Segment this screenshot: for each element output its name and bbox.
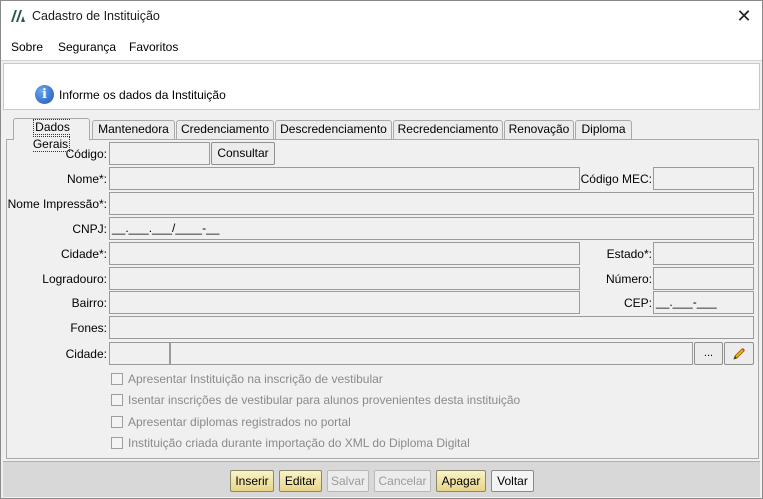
tab-mantenedora[interactable]: Mantenedora — [92, 120, 175, 139]
cidade-label: Cidade*: — [60, 247, 107, 261]
cnpj-input[interactable]: __.___.___/____-__ — [109, 217, 754, 240]
codigo-mec-label: Código MEC: — [580, 172, 652, 186]
bairro-label: Bairro: — [71, 296, 107, 310]
cnpj-label: CNPJ: — [72, 222, 107, 236]
fones-input[interactable] — [109, 316, 754, 339]
codigo-input[interactable] — [109, 142, 210, 165]
pencil-icon — [733, 348, 745, 360]
cancelar-button[interactable]: Cancelar — [374, 470, 431, 492]
cep-label: CEP: — [623, 296, 652, 310]
menu-item-favoritos[interactable]: Favoritos — [129, 40, 178, 54]
menu-bar: Sobre Segurança Favoritos — [1, 32, 762, 61]
menu-item-sobre[interactable]: Sobre — [11, 40, 43, 54]
tab-label: Dados Gerais — [32, 119, 71, 152]
close-button[interactable]: ✕ — [726, 1, 762, 32]
tab-descredenciamento[interactable]: Descredenciamento — [275, 120, 392, 139]
checkbox-box[interactable] — [111, 437, 123, 449]
inserir-button[interactable]: Inserir — [230, 470, 274, 492]
nome-label: Nome*: — [66, 172, 107, 186]
app-logo-icon — [11, 10, 25, 22]
tab-recredenciamento[interactable]: Recredenciamento — [393, 120, 503, 139]
cidade-name-input[interactable] — [170, 342, 693, 365]
cidade-lookup-label: Cidade: — [65, 347, 107, 361]
consultar-button[interactable]: Consultar — [211, 142, 275, 165]
cidade-input[interactable] — [109, 242, 580, 265]
tab-dados-gerais[interactable]: Dados Gerais — [13, 118, 90, 152]
voltar-button[interactable]: Voltar — [491, 470, 534, 492]
codigo-mec-input[interactable] — [653, 167, 754, 190]
checkbox-box[interactable] — [111, 373, 123, 385]
nome-input[interactable] — [109, 167, 580, 190]
close-icon: ✕ — [736, 6, 752, 26]
checkbox-label: Apresentar Instituição na inscrição de v… — [128, 372, 383, 386]
estado-input[interactable] — [653, 242, 754, 265]
apagar-button[interactable]: Apagar — [436, 470, 486, 492]
fones-label: Fones: — [70, 321, 107, 335]
info-panel: i Informe os dados da Instituição — [3, 63, 760, 110]
logradouro-input[interactable] — [109, 267, 580, 290]
info-icon: i — [35, 85, 54, 104]
checkbox-label: Isentar inscrições de vestibular para al… — [128, 393, 521, 407]
checkbox-diplomas-portal[interactable]: Apresentar diplomas registrados no porta… — [111, 414, 351, 430]
cep-input[interactable]: __.___-___ — [653, 291, 754, 314]
checkbox-box[interactable] — [111, 394, 123, 406]
tab-diploma[interactable]: Diploma — [575, 120, 632, 139]
estado-label: Estado*: — [606, 247, 652, 261]
checkbox-importacao-xml[interactable]: Instituição criada durante importação do… — [111, 435, 470, 451]
checkbox-label: Apresentar diplomas registrados no porta… — [128, 415, 351, 429]
checkbox-box[interactable] — [111, 416, 123, 428]
tab-credenciamento[interactable]: Credenciamento — [176, 120, 274, 139]
main-window: Cadastro de Instituição ✕ Sobre Seguranç… — [0, 0, 763, 499]
salvar-button[interactable]: Salvar — [327, 470, 369, 492]
tab-renovacao[interactable]: Renovação — [504, 120, 574, 139]
bairro-input[interactable] — [109, 291, 580, 314]
nome-impressao-label: Nome Impressão*: — [7, 197, 107, 211]
logradouro-label: Logradouro: — [42, 272, 107, 286]
cidade-edit-button[interactable] — [724, 342, 754, 365]
menu-item-seguranca[interactable]: Segurança — [58, 40, 116, 54]
cidade-lookup-button[interactable]: ... — [694, 342, 723, 365]
cidade-code-input[interactable] — [109, 342, 170, 365]
checkbox-label: Instituição criada durante importação do… — [128, 436, 470, 450]
numero-label: Número: — [605, 272, 652, 286]
footer-toolbar: Inserir Editar Salvar Cancelar Apagar Vo… — [3, 461, 760, 497]
editar-button[interactable]: Editar — [279, 470, 322, 492]
checkbox-isentar-inscricoes[interactable]: Isentar inscrições de vestibular para al… — [111, 392, 520, 408]
title-bar: Cadastro de Instituição ✕ — [1, 1, 762, 32]
checkbox-apresentar-vestibular[interactable]: Apresentar Instituição na inscrição de v… — [111, 371, 383, 387]
ellipsis-icon: ... — [703, 347, 714, 359]
info-message: Informe os dados da Instituição — [59, 88, 226, 102]
numero-input[interactable] — [653, 267, 754, 290]
consultar-label: Consultar — [217, 146, 269, 160]
nome-impressao-input[interactable] — [109, 192, 754, 215]
window-title: Cadastro de Instituição — [32, 9, 160, 23]
